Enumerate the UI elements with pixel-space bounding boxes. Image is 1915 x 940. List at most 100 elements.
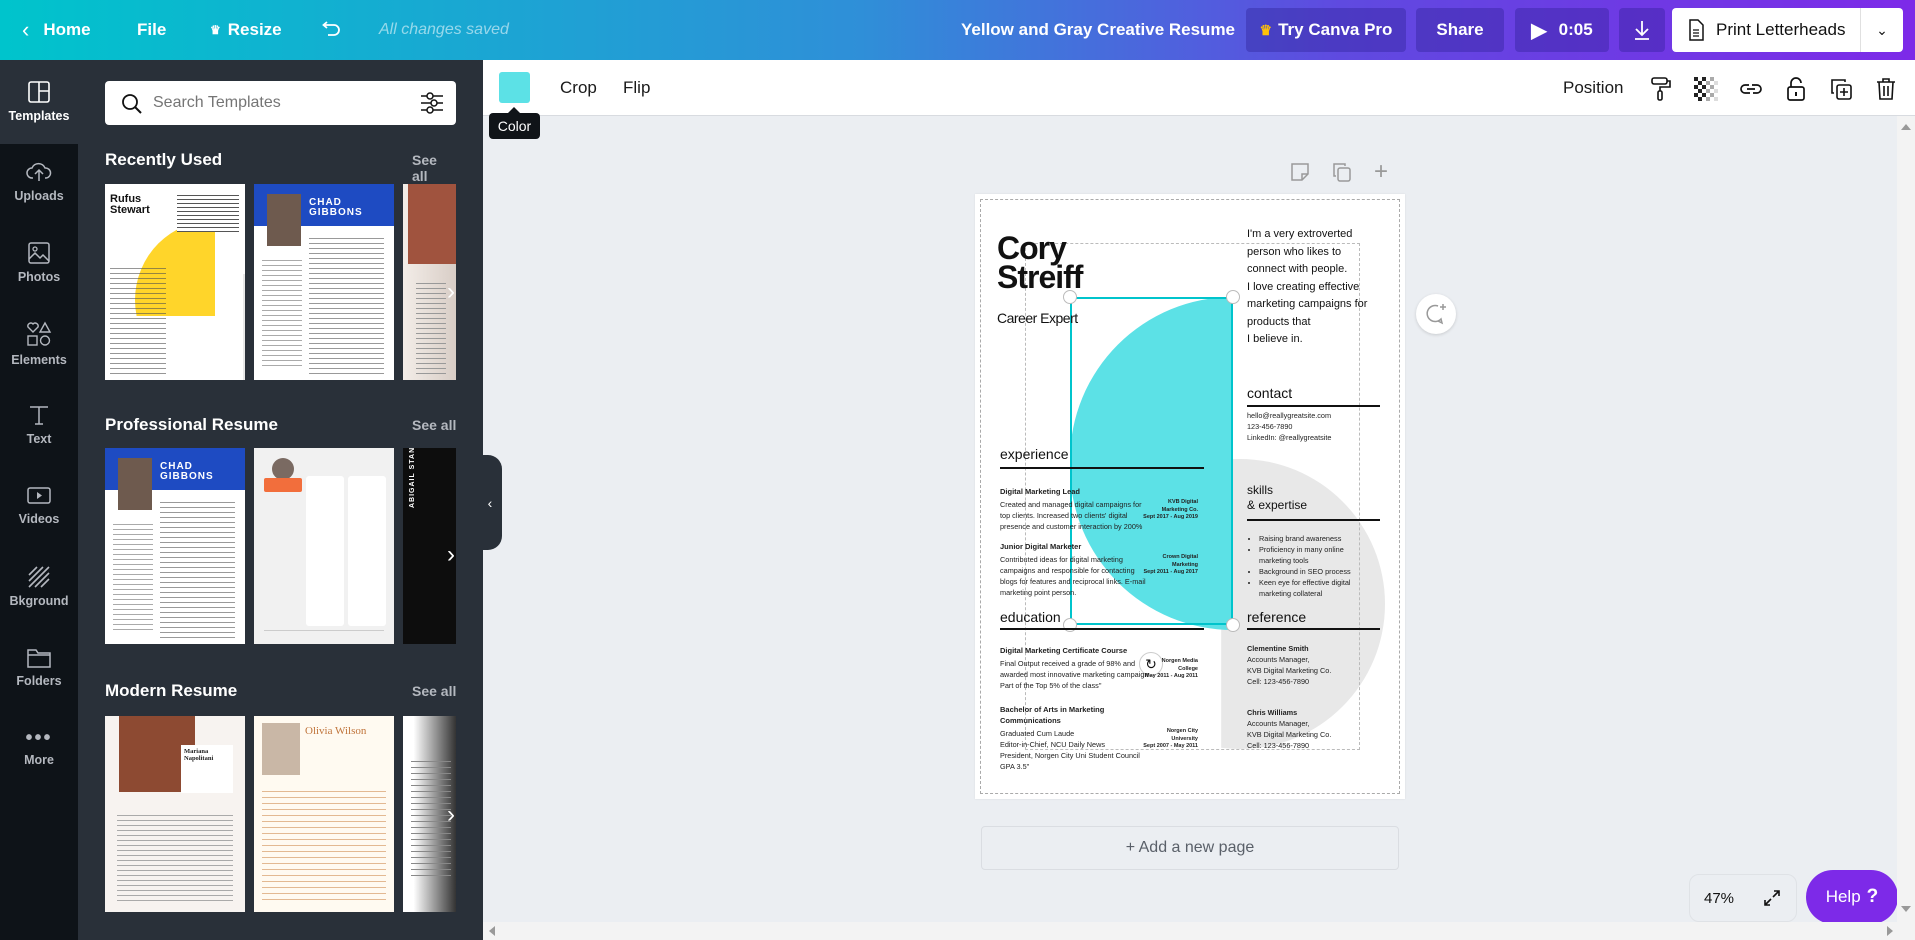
contact-info[interactable]: hello@reallygreatsite.com 123-456-7890 Lin…	[1247, 410, 1331, 443]
divider	[1000, 628, 1204, 630]
rail-item-photos[interactable]: Photos	[0, 223, 78, 303]
vertical-scrollbar[interactable]	[1897, 116, 1915, 922]
divider	[1247, 628, 1380, 630]
file-menu-button[interactable]: File	[137, 0, 166, 60]
template-thumb-olivia-wilson[interactable]: Olivia Wilson	[254, 716, 394, 912]
undo-button[interactable]	[320, 0, 342, 60]
rail-label: Videos	[18, 512, 60, 526]
education-title[interactable]: Bachelor of Arts in Marketing Communicati…	[1000, 704, 1200, 726]
rail-item-templates[interactable]: Templates	[0, 60, 78, 144]
top-bar: ‹ Home File ♛ Resize All changes saved Y…	[0, 0, 1915, 60]
print-letterheads-button[interactable]: Print Letterheads	[1672, 8, 1860, 52]
rail-label: Folders	[16, 674, 62, 688]
experience-organization[interactable]: Crown Digital Marketing Sept 2011 - Aug 20…	[1135, 554, 1198, 577]
rail-item-videos[interactable]: Videos	[0, 466, 78, 546]
document-title[interactable]: Yellow and Gray Creative Resume	[961, 0, 1235, 60]
experience-organization[interactable]: KVB Digital Marketing Co. Sept 2017 - Aug …	[1135, 499, 1198, 522]
filter-sliders-icon[interactable]	[420, 92, 444, 114]
rail-item-text[interactable]: Text	[0, 385, 78, 465]
thumb-text-lines	[309, 234, 384, 374]
try-canva-pro-button[interactable]: ♛ Try Canva Pro	[1246, 8, 1406, 52]
copy-style-button[interactable]	[1648, 76, 1674, 102]
zoom-level[interactable]: 47%	[1704, 890, 1734, 907]
collapse-panel-button[interactable]: ‹	[478, 455, 502, 550]
org-line: Norgen City	[1166, 728, 1198, 734]
carousel-next-icon[interactable]: ›	[441, 272, 461, 312]
add-note-button[interactable]	[1290, 162, 1310, 187]
see-all-recently-used[interactable]: See all	[412, 152, 456, 184]
resize-button[interactable]: ♛ Resize	[210, 0, 282, 60]
play-button[interactable]: ▶ 0:05	[1515, 8, 1609, 52]
rail-item-elements[interactable]: Elements	[0, 304, 78, 384]
experience-heading[interactable]: experience	[1000, 446, 1069, 462]
crown-icon: ♛	[1259, 21, 1273, 38]
skills-heading[interactable]: skills & expertise	[1247, 483, 1307, 513]
description-line: GPA 3.5"	[1000, 762, 1030, 771]
print-options-dropdown[interactable]: ⌄	[1860, 8, 1903, 52]
education-heading[interactable]: education	[1000, 609, 1061, 625]
skills-list[interactable]: Raising brand awarenessProficiency in ma…	[1259, 533, 1374, 599]
scroll-up-arrow[interactable]	[1901, 124, 1911, 130]
resume-page[interactable]: ↻ Cory Streiff Career Expert I'm a very e…	[975, 194, 1405, 799]
add-page-plus-button[interactable]: +	[1374, 160, 1388, 184]
experience-title[interactable]: Digital Marketing Lead	[1000, 486, 1200, 497]
unlock-icon	[1787, 77, 1805, 101]
carousel-next-icon[interactable]: ›	[441, 795, 461, 835]
reference-entry[interactable]: Chris Williams Accounts Manager, KVB Digit…	[1247, 707, 1377, 751]
trash-icon	[1877, 78, 1895, 100]
color-swatch-button[interactable]	[499, 72, 530, 103]
reference-entry[interactable]: Clementine Smith Accounts Manager, KVB Dig…	[1247, 643, 1377, 687]
reference-heading[interactable]: reference	[1247, 609, 1306, 625]
zoom-control[interactable]: 47%	[1689, 874, 1797, 922]
search-templates-field[interactable]	[105, 81, 456, 125]
template-thumb-rufus-stewart[interactable]: Rufus Stewart	[105, 184, 245, 380]
position-button[interactable]: Position	[1563, 60, 1623, 116]
education-title[interactable]: Digital Marketing Certificate Course	[1000, 645, 1200, 656]
document-icon	[1689, 19, 1704, 41]
share-button[interactable]: Share	[1416, 8, 1504, 52]
reference-line: Clementine Smith	[1247, 644, 1309, 653]
lock-button[interactable]	[1783, 76, 1809, 102]
education-organization[interactable]: Norgen Media College May 2011 - Aug 2011	[1135, 658, 1198, 681]
resume-name[interactable]: Cory Streiff	[997, 232, 1083, 293]
scroll-right-arrow[interactable]	[1887, 926, 1893, 936]
rail-item-folders[interactable]: Folders	[0, 628, 78, 708]
template-thumb-mariana-napolitani[interactable]: Mariana Napolitani	[105, 716, 245, 912]
transparency-button[interactable]	[1693, 76, 1719, 102]
education-organization[interactable]: Norgen City University Sept 2007 - May 201…	[1135, 728, 1198, 751]
carousel-next-icon[interactable]: ›	[441, 535, 461, 575]
link-button[interactable]	[1738, 76, 1764, 102]
template-thumb-chad-gibbons[interactable]: CHAD GIBBONS	[254, 184, 394, 380]
experience-title[interactable]: Junior Digital Marketer	[1000, 541, 1200, 552]
duplicate-button[interactable]	[1828, 76, 1854, 102]
flip-button[interactable]: Flip	[623, 60, 650, 116]
download-button[interactable]	[1619, 8, 1665, 52]
crop-button[interactable]: Crop	[560, 60, 597, 116]
home-button[interactable]: ‹ Home	[22, 0, 91, 60]
add-comment-button[interactable]	[1416, 294, 1456, 334]
description-line: President, Norgen City Uni Student Counc…	[1000, 751, 1140, 760]
rail-item-more[interactable]: ••• More	[0, 709, 78, 789]
rail-item-background[interactable]: Bkground	[0, 547, 78, 627]
rail-label: Photos	[17, 270, 61, 284]
folder-icon	[27, 649, 51, 668]
contact-heading[interactable]: contact	[1247, 385, 1292, 401]
thumb-text-lines	[177, 192, 239, 232]
fullscreen-expand-icon[interactable]	[1762, 888, 1782, 908]
add-new-page-button[interactable]: + Add a new page	[981, 826, 1399, 870]
template-thumb-orange-profile[interactable]	[254, 448, 394, 644]
thumb-name: CHAD GIBBONS	[160, 461, 214, 482]
resume-intro[interactable]: I'm a very extroverted person who likes t…	[1247, 226, 1367, 349]
rail-item-uploads[interactable]: Uploads	[0, 142, 78, 222]
org-line: Norgen Media	[1161, 658, 1198, 664]
scroll-left-arrow[interactable]	[489, 926, 495, 936]
delete-button[interactable]	[1873, 76, 1899, 102]
print-label: Print Letterheads	[1716, 20, 1846, 39]
template-thumb-chad-gibbons[interactable]: CHAD GIBBONS	[105, 448, 245, 644]
help-button[interactable]: Help ?	[1806, 870, 1898, 924]
resume-role[interactable]: Career Expert	[997, 310, 1078, 326]
duplicate-page-button[interactable]	[1332, 162, 1352, 187]
horizontal-scrollbar[interactable]	[483, 922, 1915, 940]
search-input[interactable]	[153, 89, 403, 117]
scroll-down-arrow[interactable]	[1901, 906, 1911, 912]
